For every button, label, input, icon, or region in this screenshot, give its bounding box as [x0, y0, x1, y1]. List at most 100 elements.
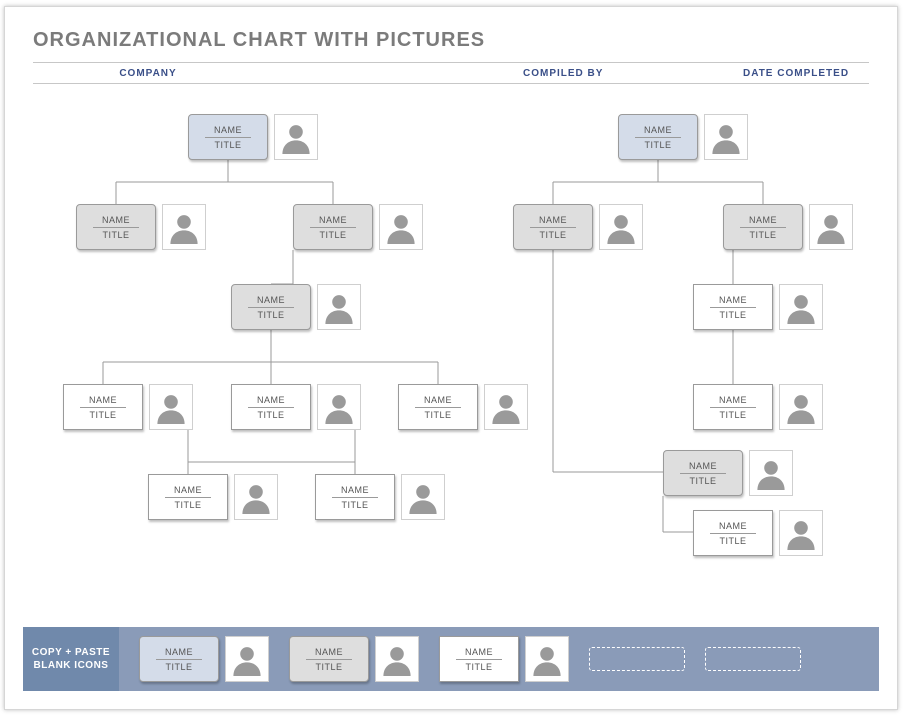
avatar-placeholder[interactable] — [599, 204, 643, 250]
card-divider — [165, 497, 211, 498]
card-divider — [248, 307, 294, 308]
node-left-l5a[interactable]: NAME TITLE — [148, 474, 278, 520]
avatar-placeholder[interactable] — [274, 114, 318, 160]
card-name: NAME — [174, 485, 202, 495]
palette-node-white[interactable]: NAMETITLE — [439, 636, 569, 682]
node-left-root[interactable]: NAMETITLE — [188, 114, 318, 160]
node-right-s1[interactable]: NAME TITLE — [663, 450, 793, 496]
palette-slot-1[interactable] — [589, 647, 685, 671]
card-name: NAME — [465, 647, 493, 657]
avatar-placeholder[interactable] — [234, 474, 278, 520]
card: NAME TITLE — [139, 636, 219, 682]
card: NAME TITLE — [693, 510, 773, 556]
card-title: TITLE — [539, 230, 566, 240]
palette-node-grey[interactable]: NAMETITLE — [289, 636, 419, 682]
avatar-placeholder[interactable] — [162, 204, 206, 250]
node-right-l3[interactable]: NAMETITLE — [693, 284, 823, 330]
avatar-placeholder[interactable] — [779, 384, 823, 430]
palette-items: NAMETITLE NAMETITLE NAMETITLE — [119, 636, 801, 682]
avatar-placeholder[interactable] — [704, 114, 748, 160]
node-left-l2b[interactable]: NAME TITLE — [293, 204, 423, 250]
card-name: NAME — [257, 395, 285, 405]
node-left-l4b[interactable]: NAME TITLE — [231, 384, 361, 430]
header-date: DATE COMPLETED — [703, 68, 869, 79]
avatar-placeholder[interactable] — [375, 636, 419, 682]
card: NAMETITLE — [693, 284, 773, 330]
card-title: TITLE — [315, 662, 342, 672]
card-divider — [456, 659, 502, 660]
node-left-l3[interactable]: NAME TITLE — [231, 284, 361, 330]
card-title: TITLE — [719, 536, 746, 546]
card-name: NAME — [424, 395, 452, 405]
header-compiled: COMPILED BY — [463, 68, 703, 79]
card-title: TITLE — [165, 662, 192, 672]
palette-slot-2[interactable] — [705, 647, 801, 671]
node-right-l2b[interactable]: NAMETITLE — [723, 204, 853, 250]
page-title: ORGANIZATIONAL CHART WITH PICTURES — [33, 29, 869, 52]
avatar-placeholder[interactable] — [317, 284, 361, 330]
card-name: NAME — [257, 295, 285, 305]
card-divider — [635, 137, 681, 138]
card-title: TITLE — [257, 310, 284, 320]
card-title: TITLE — [89, 410, 116, 420]
card-title: TITLE — [257, 410, 284, 420]
card: NAMETITLE — [723, 204, 803, 250]
avatar-placeholder[interactable] — [749, 450, 793, 496]
card: NAMETITLE — [289, 636, 369, 682]
page-outer: ORGANIZATIONAL CHART WITH PICTURES COMPA… — [0, 0, 908, 717]
card-title: TITLE — [424, 410, 451, 420]
card-name: NAME — [644, 125, 672, 135]
card-divider — [680, 473, 726, 474]
avatar-placeholder[interactable] — [779, 510, 823, 556]
card-name: NAME — [102, 215, 130, 225]
node-left-l5b[interactable]: NAMETITLE — [315, 474, 445, 520]
card-divider — [205, 137, 251, 138]
avatar-placeholder[interactable] — [484, 384, 528, 430]
node-left-l4c[interactable]: NAME TITLE — [398, 384, 528, 430]
node-left-l2a[interactable]: NAME TITLE — [76, 204, 206, 250]
node-left-l4a[interactable]: NAMETITLE — [63, 384, 193, 430]
document-page: ORGANIZATIONAL CHART WITH PICTURES COMPA… — [4, 6, 898, 710]
card-title: TITLE — [174, 500, 201, 510]
card-title: TITLE — [102, 230, 129, 240]
card: NAMETITLE — [188, 114, 268, 160]
node-right-root[interactable]: NAME TITLE — [618, 114, 748, 160]
node-right-l4[interactable]: NAMETITLE — [693, 384, 823, 430]
avatar-placeholder[interactable] — [401, 474, 445, 520]
card-name: NAME — [165, 647, 193, 657]
node-right-l2a[interactable]: NAME TITLE — [513, 204, 643, 250]
card-divider — [710, 407, 756, 408]
card: NAMETITLE — [63, 384, 143, 430]
avatar-placeholder[interactable] — [225, 636, 269, 682]
card-name: NAME — [539, 215, 567, 225]
card: NAME TITLE — [513, 204, 593, 250]
card-divider — [530, 227, 576, 228]
icon-palette: COPY + PASTE BLANK ICONS NAME TITLE NAME T… — [23, 627, 879, 691]
header-company: COMPANY — [33, 68, 463, 79]
avatar-placeholder[interactable] — [525, 636, 569, 682]
org-chart: NAMETITLE NAMETITLE NAMETITLE NAMETITLE … — [33, 94, 871, 584]
card-title: TITLE — [214, 140, 241, 150]
node-right-s2[interactable]: NAME TITLE — [693, 510, 823, 556]
palette-caption: COPY + PASTE BLANK ICONS — [23, 627, 119, 691]
card: NAMETITLE — [693, 384, 773, 430]
avatar-placeholder[interactable] — [379, 204, 423, 250]
card-divider — [93, 227, 139, 228]
card-name: NAME — [719, 295, 747, 305]
card-title: TITLE — [644, 140, 671, 150]
card-name: NAME — [749, 215, 777, 225]
palette-node-blue[interactable]: NAME TITLE — [139, 636, 269, 682]
avatar-placeholder[interactable] — [809, 204, 853, 250]
card-name: NAME — [341, 485, 369, 495]
avatar-placeholder[interactable] — [317, 384, 361, 430]
card-name: NAME — [689, 461, 717, 471]
card-divider — [248, 407, 294, 408]
card: NAME TITLE — [148, 474, 228, 520]
card-title: TITLE — [319, 230, 346, 240]
card-title: TITLE — [689, 476, 716, 486]
card-divider — [740, 227, 786, 228]
card-name: NAME — [719, 521, 747, 531]
avatar-placeholder[interactable] — [779, 284, 823, 330]
card-name: NAME — [319, 215, 347, 225]
avatar-placeholder[interactable] — [149, 384, 193, 430]
